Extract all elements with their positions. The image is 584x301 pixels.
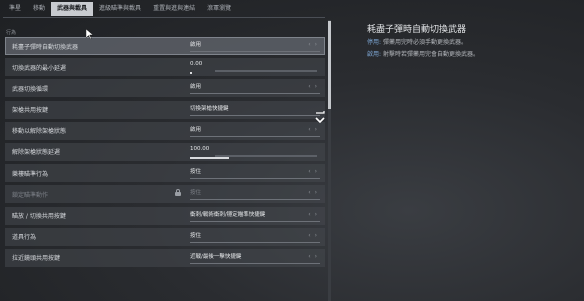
setting-value: 啟用 xyxy=(190,84,202,91)
setting-label: 鎖定瞄準動作 xyxy=(12,191,49,199)
arrow-left-right-icon: ‹› xyxy=(308,189,321,197)
tab-4[interactable]: 重置與進與連結 xyxy=(147,2,201,16)
value-underline xyxy=(190,51,320,52)
setting-value: 按住 xyxy=(190,190,202,197)
scrollbar[interactable] xyxy=(328,20,331,301)
arrow-left-right-icon[interactable]: ‹› xyxy=(308,232,321,239)
value-underline xyxy=(190,220,320,222)
setting-label: 武器切換循環 xyxy=(12,85,49,93)
setting-label: 拉近鏡頭共用按鍵 xyxy=(12,255,61,263)
slider-fill xyxy=(190,156,229,159)
setting-value: 按住 xyxy=(190,169,202,176)
setting-value-box[interactable]: 啟用 ‹› xyxy=(185,122,325,140)
setting-value: 近戰/最後一擊快捷鍵 xyxy=(190,253,242,260)
setting-value-box[interactable]: 啟用 ‹› xyxy=(185,79,325,97)
setting-value-box[interactable]: 按住 ‹› xyxy=(185,228,325,246)
value-underline xyxy=(190,199,320,201)
setting-value-box[interactable]: 近戰/最後一擊快捷鍵 ‹› xyxy=(185,249,325,267)
setting-value: 啟用 xyxy=(190,42,202,48)
detail-title: 耗盡子彈時自動切換武器 xyxy=(367,25,467,35)
settings-list: 耗盡子彈時自動切換武器 啟用 ‹› 切換武器的最小延遲 0.00 武器切換循環 啟用 ‹› 架槍… xyxy=(5,37,325,301)
detail-panel: 耗盡子彈時自動切換武器 停用: 彈藥用完時必須手動更換武器。 啟用: 射擊時若彈… xyxy=(367,22,577,59)
setting-value-box[interactable]: 按住 ‹› xyxy=(185,164,325,182)
setting-value-box[interactable]: 切換架槍快捷鍵 xyxy=(185,101,325,119)
value-underline xyxy=(190,135,320,137)
setting-value-box: 按住 ‹› xyxy=(175,185,325,203)
arrow-left-right-icon[interactable]: ‹› xyxy=(308,253,321,260)
scroll-thumb[interactable] xyxy=(328,21,331,109)
setting-value: 切換架槍快捷鍵 xyxy=(190,105,229,112)
setting-row[interactable]: 瞄放 / 切換共用按鍵 衝刺/戰術衝刺/穩定瞄準快捷鍵 ‹› xyxy=(5,206,325,225)
setting-value-box[interactable]: 啟用 ‹› xyxy=(185,37,325,55)
setting-value: 按住 xyxy=(190,232,202,239)
value-underline xyxy=(190,262,320,264)
setting-row[interactable]: 樂樓瞄準行為 按住 ‹› xyxy=(5,164,325,183)
tab-bar: 準星 移動 武器與載具 進級瞄準與載具 重置與進與連結 滾軍瀏覽 xyxy=(0,0,333,17)
value-underline xyxy=(190,93,320,95)
setting-label: 架槍共用按鍵 xyxy=(12,107,49,115)
setting-value: 衝刺/戰術衝刺/穩定瞄準快捷鍵 xyxy=(190,211,266,218)
setting-row[interactable]: 耗盡子彈時自動切換武器 啟用 ‹› xyxy=(5,37,325,55)
tab-divider xyxy=(3,17,325,18)
arrow-left-right-icon[interactable]: ‹› xyxy=(308,211,321,218)
setting-value: 啟用 xyxy=(190,126,202,133)
section-label: 行為 xyxy=(6,30,17,36)
value-underline xyxy=(190,241,320,243)
setting-label: 切換武器的最小延遲 xyxy=(12,64,67,72)
setting-label: 耗盡子彈時自動切換武器 xyxy=(12,43,79,51)
setting-value-box[interactable]: 100.00 xyxy=(185,143,325,161)
arrow-left-right-icon[interactable]: ‹› xyxy=(308,83,321,90)
setting-row[interactable]: 切換武器的最小延遲 0.00 xyxy=(5,58,325,77)
setting-label: 樂樓瞄準行為 xyxy=(12,170,49,178)
value-underline xyxy=(190,114,320,116)
chevron-down-icon[interactable] xyxy=(313,109,327,125)
setting-value-box[interactable]: 衝刺/戰術衝刺/穩定瞄準快捷鍵 ‹› xyxy=(185,207,325,225)
value-underline xyxy=(190,178,320,180)
arrow-left-right-icon[interactable]: ‹› xyxy=(308,168,321,175)
lock-icon xyxy=(175,189,181,197)
setting-label: 解除架槍狀態延遲 xyxy=(12,149,61,157)
slider-track[interactable] xyxy=(215,70,317,73)
tab-5[interactable]: 滾軍瀏覽 xyxy=(201,2,237,16)
setting-row[interactable]: 武器切換循環 啟用 ‹› xyxy=(5,79,325,98)
slider-track[interactable] xyxy=(215,154,317,157)
detail-line-enabled: 啟用: 射擊時若彈藥用完會自動更換武器。 xyxy=(367,51,479,58)
setting-label: 瞄放 / 切換共用按鍵 xyxy=(12,213,66,220)
setting-row: 鎖定瞄準動作 按住 ‹› xyxy=(5,185,325,204)
arrow-left-right-icon[interactable]: ‹› xyxy=(308,41,321,48)
setting-row[interactable]: 拉近鏡頭共用按鍵 近戰/最後一擊快捷鍵 ‹› xyxy=(5,248,325,267)
tab-3[interactable]: 進級瞄準與載具 xyxy=(93,2,147,16)
tab-0[interactable]: 準星 xyxy=(3,2,27,16)
slider-fill xyxy=(190,72,192,75)
setting-value-box[interactable]: 0.00 xyxy=(185,58,325,76)
setting-row[interactable]: 移動以解除架槍狀態 啟用 ‹› xyxy=(5,121,325,140)
setting-value: 0.00 xyxy=(190,61,203,68)
mouse-cursor-icon xyxy=(86,29,94,39)
setting-row[interactable]: 道具行為 按住 ‹› xyxy=(5,227,325,246)
setting-label: 移動以解除架槍狀態 xyxy=(12,128,67,136)
tab-2[interactable]: 武器與載具 xyxy=(51,1,94,16)
arrow-left-right-icon[interactable]: ‹› xyxy=(308,126,321,133)
setting-row[interactable]: 解除架槍狀態延遲 100.00 xyxy=(5,142,325,161)
setting-row[interactable]: 架槍共用按鍵 切換架槍快捷鍵 xyxy=(5,100,325,119)
setting-value: 100.00 xyxy=(190,145,210,152)
tab-1[interactable]: 移動 xyxy=(27,2,51,16)
detail-line-disabled: 停用: 彈藥用完時必須手動更換武器。 xyxy=(367,39,467,46)
setting-label: 道具行為 xyxy=(12,234,37,242)
